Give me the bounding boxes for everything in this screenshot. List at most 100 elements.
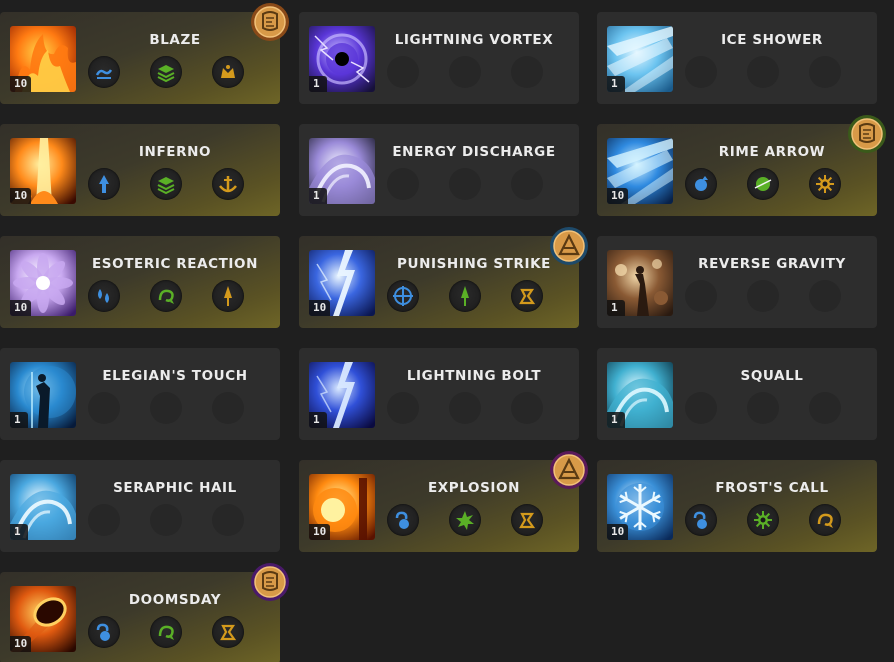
- swirl-arrow-icon[interactable]: [809, 504, 841, 536]
- skill-portrait[interactable]: 10: [607, 474, 673, 540]
- skill-level-badge: 1: [607, 412, 625, 428]
- empty-modifier-slot[interactable]: [747, 56, 779, 88]
- skill-level-badge: 10: [309, 524, 331, 540]
- orb-up-icon[interactable]: [685, 168, 717, 200]
- skill-level-badge: 10: [309, 300, 331, 316]
- empty-modifier-slot[interactable]: [88, 504, 120, 536]
- skill-portrait[interactable]: 10: [607, 138, 673, 204]
- triangle-rune-icon[interactable]: [549, 226, 589, 266]
- scroll-rune-icon[interactable]: [847, 114, 887, 154]
- skill-card-lightning-vortex[interactable]: 1 LIGHTNING VORTEX: [299, 12, 579, 104]
- hook-orb-icon[interactable]: [88, 616, 120, 648]
- wave-icon[interactable]: [88, 56, 120, 88]
- anchor-icon[interactable]: [212, 168, 244, 200]
- empty-modifier-slot[interactable]: [212, 392, 244, 424]
- stack-layers-icon[interactable]: [150, 168, 182, 200]
- skill-name: RIME ARROW: [718, 144, 826, 160]
- empty-modifier-slot[interactable]: [511, 168, 543, 200]
- rune-glyph-icon[interactable]: [212, 616, 244, 648]
- skill-card-lightning-bolt[interactable]: 1 LIGHTNING BOLT: [299, 348, 579, 440]
- skill-level-badge: 1: [309, 412, 327, 428]
- skill-card-doomsday[interactable]: 10 DOOMSDAY: [0, 563, 289, 662]
- skill-portrait[interactable]: 10: [10, 586, 76, 652]
- skill-name: FROST'S CALL: [715, 480, 829, 496]
- empty-modifier-slot[interactable]: [511, 392, 543, 424]
- skill-card-frost-s-call[interactable]: 10 FROST'S CALL: [597, 460, 877, 552]
- skill-card-energy-discharge[interactable]: 1 ENERGY DISCHARGE: [299, 124, 579, 216]
- triangle-rune-icon[interactable]: [549, 450, 589, 490]
- spire-icon[interactable]: [449, 280, 481, 312]
- empty-modifier-slot[interactable]: [685, 392, 717, 424]
- skill-portrait[interactable]: 1: [10, 362, 76, 428]
- skill-portrait[interactable]: 1: [607, 362, 673, 428]
- skill-card-punishing-strike[interactable]: 10 PUNISHING STRIKE: [299, 227, 588, 328]
- skill-card-inferno[interactable]: 10 INFERNO: [0, 124, 280, 216]
- orb-slash-icon[interactable]: [747, 168, 779, 200]
- skill-portrait[interactable]: 10: [10, 26, 76, 92]
- scroll-rune-icon[interactable]: [250, 2, 290, 42]
- skill-name: SQUALL: [740, 368, 804, 384]
- empty-modifier-slot[interactable]: [150, 504, 182, 536]
- sun-burst-icon[interactable]: [747, 504, 779, 536]
- empty-modifier-slot[interactable]: [685, 56, 717, 88]
- skill-card-explosion[interactable]: 10 EXPLOSION: [299, 451, 588, 552]
- skill-level-badge: 1: [10, 412, 28, 428]
- rune-glyph-icon[interactable]: [511, 504, 543, 536]
- arrow-up-icon[interactable]: [88, 168, 120, 200]
- skill-portrait[interactable]: 1: [10, 474, 76, 540]
- empty-modifier-slot[interactable]: [387, 168, 419, 200]
- empty-modifier-slot[interactable]: [150, 392, 182, 424]
- skill-name: SERAPHIC HAIL: [113, 480, 237, 496]
- empty-modifier-slot[interactable]: [809, 56, 841, 88]
- empty-modifier-slot[interactable]: [809, 280, 841, 312]
- skill-card-squall[interactable]: 1 SQUALL: [597, 348, 877, 440]
- empty-modifier-slot[interactable]: [685, 280, 717, 312]
- skill-card-elegian-s-touch[interactable]: 1 ELEGIAN'S TOUCH: [0, 348, 280, 440]
- swirl-arrow-icon[interactable]: [150, 280, 182, 312]
- skill-card-ice-shower[interactable]: 1 ICE SHOWER: [597, 12, 877, 104]
- empty-modifier-slot[interactable]: [449, 392, 481, 424]
- empty-modifier-slot[interactable]: [387, 392, 419, 424]
- empty-modifier-slot[interactable]: [809, 392, 841, 424]
- double-drop-icon[interactable]: [88, 280, 120, 312]
- spire-icon[interactable]: [212, 280, 244, 312]
- empty-modifier-slot[interactable]: [449, 168, 481, 200]
- skill-portrait[interactable]: 10: [309, 250, 375, 316]
- hook-orb-icon[interactable]: [387, 504, 419, 536]
- skill-name: LIGHTNING VORTEX: [394, 32, 554, 48]
- skill-level-badge: 1: [607, 76, 625, 92]
- skill-portrait[interactable]: 10: [10, 138, 76, 204]
- skill-portrait[interactable]: 1: [309, 26, 375, 92]
- skill-portrait[interactable]: 10: [10, 250, 76, 316]
- crown-swirl-icon[interactable]: [212, 56, 244, 88]
- empty-modifier-slot[interactable]: [747, 392, 779, 424]
- rune-glyph-icon[interactable]: [511, 280, 543, 312]
- empty-modifier-slot[interactable]: [387, 56, 419, 88]
- skill-portrait[interactable]: 1: [309, 138, 375, 204]
- burst-icon[interactable]: [449, 504, 481, 536]
- skill-card-blaze[interactable]: 10 BLAZE: [0, 3, 289, 104]
- skill-card-seraphic-hail[interactable]: 1 SERAPHIC HAIL: [0, 460, 280, 552]
- skill-card-rime-arrow[interactable]: 10 RIME ARROW: [597, 115, 886, 216]
- hook-orb-icon[interactable]: [685, 504, 717, 536]
- empty-modifier-slot[interactable]: [747, 280, 779, 312]
- skill-card-reverse-gravity[interactable]: 1 REVERSE GRAVITY: [597, 236, 877, 328]
- stack-layers-icon[interactable]: [150, 56, 182, 88]
- skill-portrait[interactable]: 1: [309, 362, 375, 428]
- empty-modifier-slot[interactable]: [449, 56, 481, 88]
- skill-level-badge: 1: [10, 524, 28, 540]
- skill-portrait[interactable]: 10: [309, 474, 375, 540]
- skill-card-esoteric-reaction[interactable]: 10 ESOTERIC REACTION: [0, 236, 280, 328]
- empty-modifier-slot[interactable]: [88, 392, 120, 424]
- skill-portrait[interactable]: 1: [607, 26, 673, 92]
- skill-name: REVERSE GRAVITY: [698, 256, 846, 272]
- target-cross-icon[interactable]: [387, 280, 419, 312]
- skill-level-badge: 10: [10, 300, 32, 316]
- sun-burst-icon[interactable]: [809, 168, 841, 200]
- skill-level-badge: 10: [607, 188, 629, 204]
- scroll-rune-icon[interactable]: [250, 562, 290, 602]
- empty-modifier-slot[interactable]: [212, 504, 244, 536]
- skill-portrait[interactable]: 1: [607, 250, 673, 316]
- swirl-arrow-icon[interactable]: [150, 616, 182, 648]
- empty-modifier-slot[interactable]: [511, 56, 543, 88]
